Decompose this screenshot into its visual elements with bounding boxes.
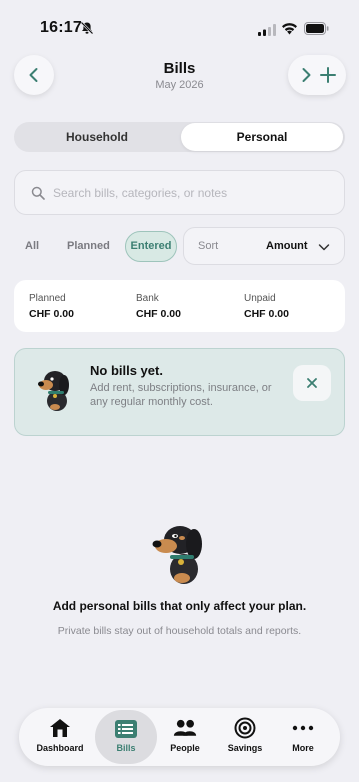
- close-icon: [307, 378, 317, 388]
- house-icon: [50, 719, 70, 737]
- next-month-chevron-icon[interactable]: [296, 65, 316, 85]
- segment-personal[interactable]: Personal: [181, 123, 343, 151]
- segment-household[interactable]: Household: [14, 122, 180, 152]
- target-icon: [234, 717, 256, 739]
- planned-label: Planned: [29, 293, 66, 304]
- tab-bills[interactable]: Bills: [95, 710, 157, 764]
- bank-value: CHF 0.00: [136, 308, 181, 320]
- sort-value: Amount: [266, 240, 308, 252]
- tab-people-label: People: [170, 743, 200, 753]
- tab-savings-label: Savings: [227, 743, 263, 753]
- search-icon: [31, 186, 45, 200]
- bell-muted-icon: [80, 21, 94, 35]
- dismiss-notice-button[interactable]: [293, 365, 331, 401]
- status-time: 16:17: [40, 19, 82, 36]
- status-bar: 16:17: [0, 0, 359, 52]
- unpaid-label: Unpaid: [244, 293, 276, 304]
- bills-list-icon: [115, 720, 137, 738]
- tab-more-label: More: [292, 743, 314, 753]
- people-icon: [173, 719, 197, 736]
- more-dots-icon: [292, 725, 314, 731]
- filter-planned[interactable]: Planned: [67, 240, 110, 252]
- totals-card: Planned CHF 0.00 Bank CHF 0.00 Unpaid CH…: [14, 280, 345, 332]
- sort-select[interactable]: Sort Amount: [183, 227, 345, 265]
- tab-dashboard[interactable]: Dashboard: [30, 708, 90, 766]
- tab-people[interactable]: People: [155, 708, 215, 766]
- tab-more[interactable]: More: [273, 708, 333, 766]
- tab-bills-label: Bills: [116, 743, 136, 753]
- notice-title: No bills yet.: [90, 363, 163, 378]
- sort-label: Sort: [198, 240, 219, 252]
- dog-mascot-large-icon: [152, 526, 202, 584]
- search-field: [14, 170, 345, 215]
- tab-dashboard-label: Dashboard: [36, 743, 84, 753]
- bottom-tab-bar: Dashboard Bills People Savings More: [19, 708, 340, 766]
- chevron-down-icon: [318, 244, 330, 251]
- planned-value: CHF 0.00: [29, 308, 74, 320]
- bank-label: Bank: [136, 293, 159, 304]
- signal-icon: [258, 24, 276, 36]
- scope-segmented-control: Household Personal: [14, 122, 345, 152]
- tab-savings[interactable]: Savings: [215, 708, 275, 766]
- filter-entered[interactable]: Entered: [125, 231, 177, 262]
- dog-mascot-icon: [38, 371, 69, 411]
- header-actions: [288, 55, 346, 95]
- filter-all[interactable]: All: [25, 240, 39, 252]
- notice-body: Add rent, subscriptions, insurance, or a…: [90, 382, 272, 408]
- battery-icon: [304, 22, 329, 35]
- unpaid-value: CHF 0.00: [244, 308, 289, 320]
- add-bill-plus-icon[interactable]: [318, 65, 338, 85]
- empty-state-title: Add personal bills that only affect your…: [52, 599, 307, 613]
- search-input[interactable]: [53, 182, 333, 204]
- no-bills-notice: No bills yet. Add rent, subscriptions, i…: [14, 348, 345, 436]
- empty-state-subtitle: Private bills stay out of household tota…: [57, 625, 302, 637]
- wifi-icon: [282, 23, 297, 35]
